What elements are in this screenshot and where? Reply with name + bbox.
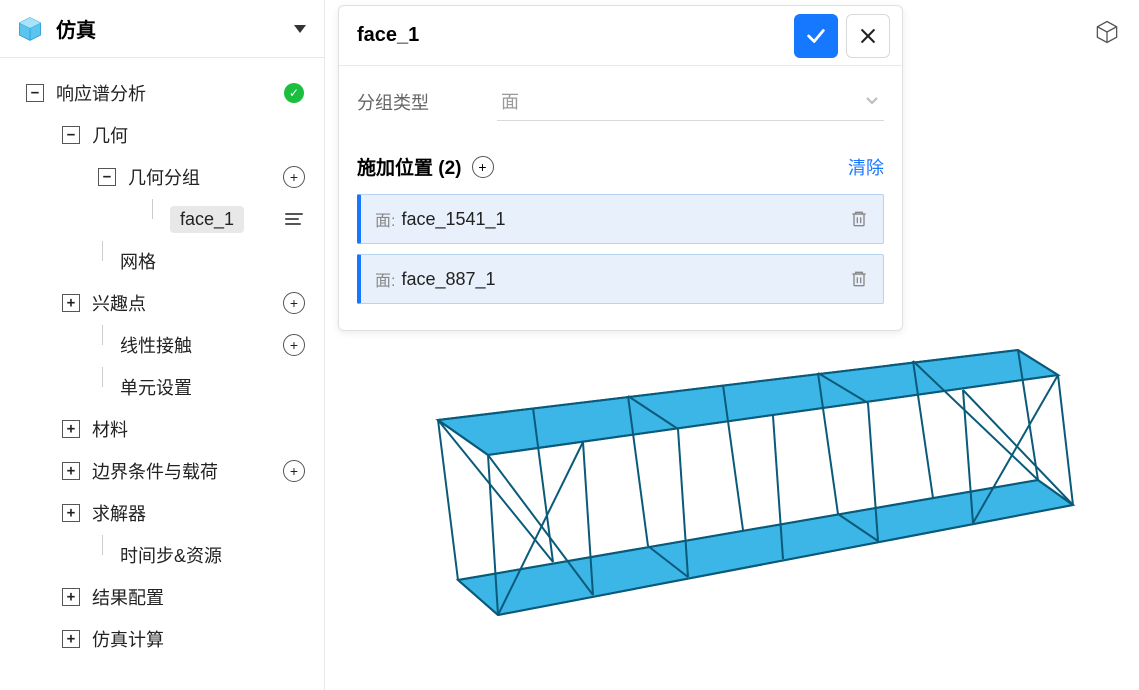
model-viewport — [338, 330, 1118, 680]
tree-label: 线性接触 — [120, 332, 280, 358]
chevron-down-icon — [864, 95, 880, 107]
panel-header: face_1 — [339, 6, 902, 66]
tree-item-linear-contact[interactable]: 线性接触 + — [8, 324, 316, 366]
position-item[interactable]: 面: face_1541_1 — [357, 194, 884, 244]
expand-icon[interactable]: + — [62, 504, 80, 522]
group-type-row: 分组类型 面 — [357, 82, 884, 121]
tree-item-geometry[interactable]: − 几何 — [8, 114, 316, 156]
expand-icon[interactable]: + — [62, 462, 80, 480]
sidebar-title: 仿真 — [56, 14, 292, 43]
delete-icon[interactable] — [849, 269, 869, 289]
tree-label: 单元设置 — [120, 374, 316, 400]
tree-label: 求解器 — [92, 500, 316, 526]
tree-label: 仿真计算 — [92, 626, 316, 652]
tree-label: 时间步&资源 — [120, 542, 316, 568]
expand-icon[interactable]: + — [62, 630, 80, 648]
sidebar-header: 仿真 — [0, 0, 324, 58]
select-value: 面 — [501, 88, 519, 114]
position-item[interactable]: 面: face_887_1 — [357, 254, 884, 304]
tree-view: − 响应谱分析 ✓ − 几何 − 几何分组 + face_1 — [0, 58, 324, 674]
position-item-list: 面: face_1541_1 面: face_887_1 — [357, 194, 884, 304]
tree-item-result-config[interactable]: + 结果配置 — [8, 576, 316, 618]
delete-icon[interactable] — [849, 209, 869, 229]
add-button[interactable]: + — [280, 163, 308, 191]
close-button[interactable] — [846, 14, 890, 58]
tree-item-solver[interactable]: + 求解器 — [8, 492, 316, 534]
status-ok-icon: ✓ — [280, 79, 308, 107]
expand-icon[interactable]: + — [62, 588, 80, 606]
menu-icon[interactable] — [280, 205, 308, 233]
expand-icon[interactable]: + — [62, 294, 80, 312]
tree-item-timestep-resources[interactable]: 时间步&资源 — [8, 534, 316, 576]
sidebar-dropdown-caret[interactable] — [292, 23, 308, 35]
tree-label: 兴趣点 — [92, 290, 280, 316]
tree-item-element-settings[interactable]: 单元设置 — [8, 366, 316, 408]
sidebar: 仿真 − 响应谱分析 ✓ − 几何 − 几何分组 + face_1 — [0, 0, 325, 690]
tree-item-boundary-loads[interactable]: + 边界条件与载荷 + — [8, 450, 316, 492]
position-section-header: 施加位置 (2) + 清除 — [357, 153, 884, 180]
position-section-title: 施加位置 (2) — [357, 153, 462, 180]
tree-item-analysis-root[interactable]: − 响应谱分析 ✓ — [8, 72, 316, 114]
add-button[interactable]: + — [280, 331, 308, 359]
tree-label: 网格 — [120, 248, 316, 274]
item-prefix: 面: — [375, 207, 395, 231]
tree-label: 响应谱分析 — [56, 80, 280, 106]
tree-item-mesh[interactable]: 网格 — [8, 240, 316, 282]
tree-label: 几何 — [92, 122, 316, 148]
tree-label: 材料 — [92, 416, 316, 442]
collapse-icon[interactable]: − — [26, 84, 44, 102]
expand-icon[interactable]: + — [62, 420, 80, 438]
viewport-cube-icon[interactable] — [1093, 18, 1121, 46]
tree-label: 边界条件与载荷 — [92, 458, 280, 484]
add-button[interactable]: + — [280, 289, 308, 317]
tree-item-face-1[interactable]: face_1 — [8, 198, 316, 240]
tree-item-materials[interactable]: + 材料 — [8, 408, 316, 450]
item-name: face_1541_1 — [401, 209, 849, 230]
app-logo-icon — [16, 15, 44, 43]
tree-item-simulation-compute[interactable]: + 仿真计算 — [8, 618, 316, 660]
add-position-button[interactable]: + — [472, 156, 494, 178]
properties-panel: face_1 分组类型 面 施加位置 (2) + 清除 — [338, 5, 903, 331]
panel-body: 分组类型 面 施加位置 (2) + 清除 面: face_1541_1 — [339, 66, 902, 330]
item-prefix: 面: — [375, 267, 395, 291]
tree-label: 结果配置 — [92, 584, 316, 610]
tree-label: face_1 — [170, 206, 244, 233]
panel-title: face_1 — [357, 24, 786, 47]
group-type-label: 分组类型 — [357, 89, 497, 115]
tree-label: 几何分组 — [128, 164, 280, 190]
add-button[interactable]: + — [280, 457, 308, 485]
clear-button[interactable]: 清除 — [848, 154, 884, 180]
tree-item-interest-points[interactable]: + 兴趣点 + — [8, 282, 316, 324]
group-type-select[interactable]: 面 — [497, 82, 884, 121]
confirm-button[interactable] — [794, 14, 838, 58]
tree-item-geometry-group[interactable]: − 几何分组 + — [8, 156, 316, 198]
collapse-icon[interactable]: − — [98, 168, 116, 186]
item-name: face_887_1 — [401, 269, 849, 290]
collapse-icon[interactable]: − — [62, 126, 80, 144]
